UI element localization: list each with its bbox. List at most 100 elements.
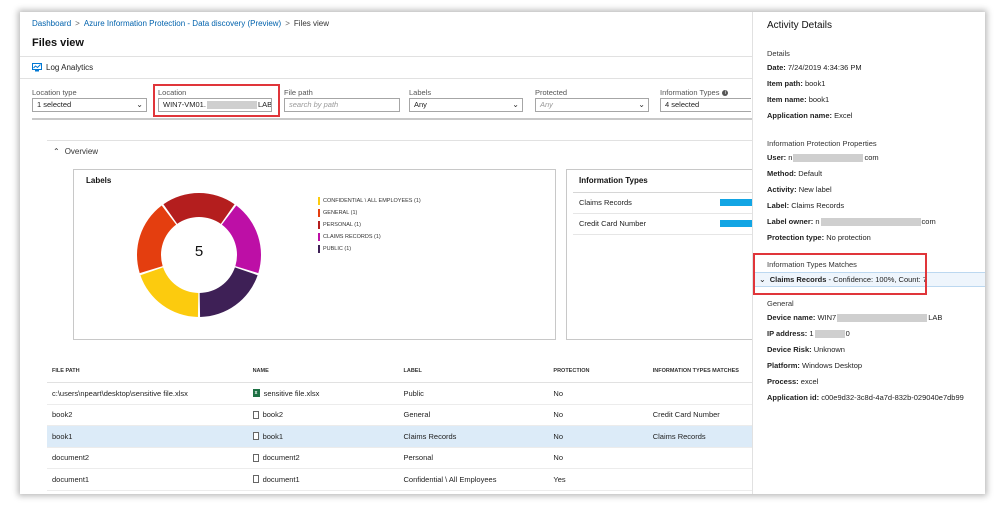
file-path-input[interactable]: search by path [284, 98, 400, 112]
window: Dashboard > Azure Information Protection -… [20, 12, 985, 494]
header-label[interactable]: LABEL [403, 368, 553, 374]
detail-key: Method: [767, 169, 797, 178]
detail-key: Application name: [767, 111, 833, 120]
detail-item-name: Item name: book1 [767, 95, 829, 104]
cell-file-path: book2 [52, 410, 73, 420]
cell-label: Claims Records [403, 431, 457, 441]
detail-item-path: Item path: book1 [767, 79, 825, 88]
table-row[interactable]: book2 book2 General No Credit Card Numbe… [47, 405, 752, 426]
detail-value: Claims Records [791, 201, 845, 210]
location-type-value: 1 selected [37, 100, 72, 109]
detail-key: Item path: [767, 79, 803, 88]
panel-title: Activity Details [767, 20, 833, 31]
cell-name-text: sensitive file.xlsx [263, 388, 320, 398]
table-row[interactable]: document1 document1 Confidential \ All E… [47, 469, 752, 491]
donut-slice-1[interactable] [137, 205, 177, 274]
legend-item[interactable]: GENERAL (1) [318, 207, 421, 219]
detail-value: New label [798, 185, 832, 194]
information-types-dropdown[interactable]: 4 selected [660, 98, 751, 112]
cell-file-path: document2 [52, 453, 90, 463]
general-platform: Platform: Windows Desktop [767, 361, 862, 370]
detail-key: Platform: [767, 361, 800, 370]
detail-value: Default [798, 169, 823, 178]
location-type-dropdown[interactable]: 1 selected ⌄ [32, 98, 147, 112]
info-type-credit-card-number[interactable]: Credit Card Number [579, 219, 646, 228]
labels-dropdown[interactable]: Any ⌄ [409, 98, 523, 112]
legend-item[interactable]: PERSONAL (1) [318, 219, 421, 231]
filter-file-path-label: File path [284, 88, 313, 97]
cell-name: book2 [252, 410, 404, 419]
detail-value-prefix: n [815, 217, 820, 226]
legend-label: CLAIMS RECORDS (1) [323, 234, 381, 240]
excel-icon: x [252, 389, 260, 398]
detail-value-prefix: 1 [809, 329, 814, 338]
log-analytics-button[interactable]: Log Analytics [32, 63, 93, 72]
cell-matches: Credit Card Number [652, 410, 720, 420]
legend-item[interactable]: CONFIDENTIAL \ ALL EMPLOYEES (1) [318, 195, 421, 207]
detail-key: Application id: [767, 393, 820, 402]
labels-card-title: Labels [86, 176, 112, 185]
legend-swatch [318, 245, 320, 253]
cell-name-text: document2 [262, 453, 300, 463]
cell-name: x sensitive file.xlsx [252, 388, 404, 398]
toolbar-divider [20, 78, 752, 79]
header-protection[interactable]: PROTECTION [553, 368, 652, 374]
filter-file-path: File path search by path [284, 88, 400, 112]
detail-key: Date: [767, 63, 786, 72]
labels-card: Labels 5 [73, 169, 556, 340]
detail-value-suffix: LAB [928, 313, 943, 322]
overview-divider [47, 140, 752, 141]
detail-value: Unknown [813, 345, 845, 354]
general-device-name: Device name: WIN7 LAB [767, 313, 943, 323]
aip-activity: Activity: New label [767, 185, 832, 194]
detail-key: IP address: [767, 329, 808, 338]
cell-file-path: c:\users\npeart\desktop\sensitive file.x… [52, 388, 188, 398]
cell-label: Personal [403, 453, 434, 463]
information-types-card-title: Information Types [579, 176, 648, 185]
filter-location-type-label: Location type [32, 88, 77, 97]
detail-key: Process: [767, 377, 799, 386]
document-icon [252, 432, 259, 441]
donut-slice-2[interactable] [163, 193, 235, 224]
aip-label-owner: Label owner: n com [767, 217, 936, 227]
detail-value: No protection [826, 233, 871, 242]
redacted-text [820, 218, 921, 227]
legend-item[interactable]: CLAIMS RECORDS (1) [318, 231, 421, 243]
detail-value-suffix: com [921, 217, 936, 226]
information-types-card: Information Types Claims Records Credit … [566, 169, 754, 340]
legend-item[interactable]: PUBLIC (1) [318, 243, 421, 255]
detail-key: Protection type: [767, 233, 825, 242]
donut-slice-4[interactable] [199, 267, 258, 317]
redacted-text [837, 314, 928, 323]
document-icon [252, 410, 259, 419]
information-types-value: 4 selected [665, 100, 700, 109]
detail-value: book1 [804, 79, 826, 88]
donut-slice-0[interactable] [140, 267, 199, 317]
document-icon [252, 453, 259, 462]
row-divider [573, 234, 754, 235]
cell-protection: Yes [553, 474, 566, 484]
breadcrumb-data-discovery[interactable]: Azure Information Protection - Data disc… [84, 19, 281, 28]
cell-protection: No [553, 410, 563, 420]
header-file-path[interactable]: FILE PATH [47, 368, 253, 374]
table-row[interactable]: document2 document2 Personal No [47, 448, 752, 469]
info-type-claims-records[interactable]: Claims Records [579, 198, 632, 207]
header-name[interactable]: NAME [253, 368, 404, 374]
filter-labels-label: Labels [409, 88, 432, 97]
activity-details-panel: Activity Details Details Date: 7/24/2019… [752, 12, 985, 494]
header-information-types-matches[interactable]: INFORMATION TYPES MATCHES [653, 368, 752, 374]
table-row-selected[interactable]: book1 book1 Claims Records No Claims Rec… [47, 426, 752, 448]
table-row[interactable]: c:\users\npeart\desktop\sensitive file.x… [47, 383, 752, 405]
cell-protection: No [553, 453, 563, 463]
detail-value-prefix: WIN7 [817, 313, 837, 322]
filter-location-type: Location type 1 selected ⌄ [32, 88, 147, 112]
info-icon[interactable]: i [722, 89, 729, 96]
protected-dropdown[interactable]: Any ⌄ [535, 98, 649, 112]
aip-protection-type: Protection type: No protection [767, 233, 871, 242]
donut-slice-3[interactable] [221, 205, 261, 274]
overview-toggle[interactable]: ⌃ Overview [53, 147, 98, 156]
aip-method: Method: Default [767, 169, 822, 178]
breadcrumb-dashboard[interactable]: Dashboard [32, 19, 71, 28]
detail-value: Excel [834, 111, 853, 120]
highlight-location [153, 84, 280, 117]
